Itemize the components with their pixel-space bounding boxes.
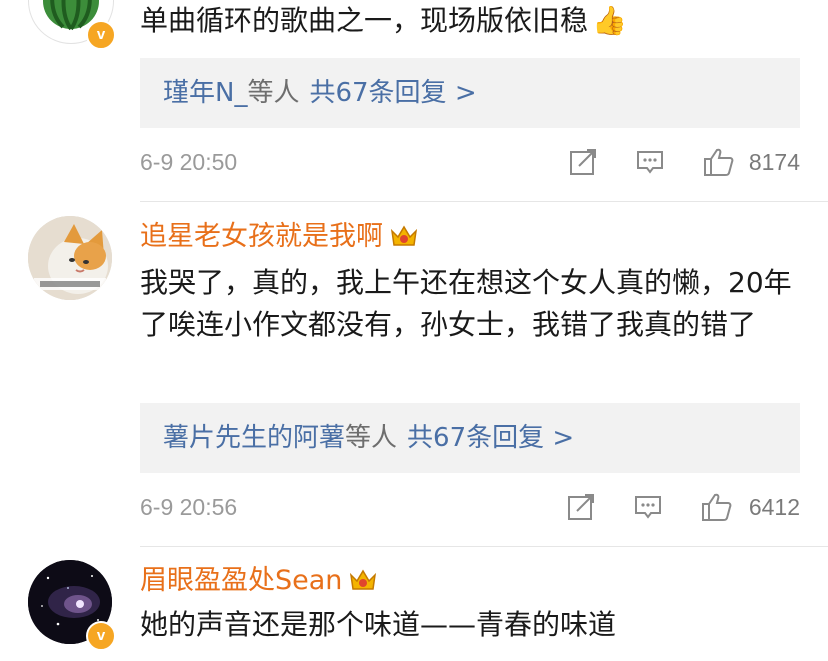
crown-badge-icon [350, 569, 377, 590]
comment-list: v 单曲循环的歌曲之一，现场版依旧稳 👍 瑾年N_等人 共67条回复 > 6-9 2… [0, 0, 828, 661]
like-icon[interactable] [702, 147, 736, 177]
reply-etc-label: 等人 [247, 78, 300, 108]
like-count: 6412 [748, 494, 800, 520]
crown-badge-icon [390, 225, 418, 246]
username[interactable]: 眉眼盈盈处Sean [140, 564, 378, 598]
comment-item: v 眉眼盈盈处Sean 她的声音还是那个味道——青春的味道 [0, 560, 828, 661]
reply-summary[interactable]: 薯片先生的阿薯等人 共67条回复 > [140, 403, 800, 473]
username[interactable]: 追星老女孩就是我啊 [140, 220, 419, 254]
comment-item: v 单曲循环的歌曲之一，现场版依旧稳 👍 瑾年N_等人 共67条回复 > 6-9 2… [0, 0, 828, 202]
reply-count-link[interactable]: 共67条回复 > [309, 78, 476, 108]
reply-users-link[interactable]: 瑾年N_ [163, 78, 247, 108]
verified-badge-icon: v [86, 20, 116, 50]
divider [140, 201, 828, 202]
reply-count-link[interactable]: 共67条回复 > [407, 423, 574, 453]
comment-icon[interactable] [635, 147, 665, 177]
cat-icon [28, 216, 112, 300]
comment-text: 她的声音还是那个味道——青春的味道 [140, 608, 617, 641]
comment-icon[interactable] [633, 492, 663, 522]
comment-item: 追星老女孩就是我啊 我哭了，真的，我上午还在想这个女人真的懒，20年了唉连小作文… [0, 216, 828, 547]
thumbs-up-emoji-icon: 👍 [592, 4, 627, 37]
share-icon[interactable] [566, 492, 596, 522]
comment-time: 6-9 20:50 [140, 149, 238, 175]
reply-summary[interactable]: 瑾年N_等人 共67条回复 > [140, 58, 800, 128]
cat-avatar[interactable] [28, 216, 112, 300]
like-count: 8174 [748, 149, 800, 175]
verified-badge-icon: v [86, 621, 116, 651]
like-icon[interactable] [700, 492, 734, 522]
comment-meta: 6-9 20:56 6412 [140, 490, 800, 524]
comment-text: 单曲循环的歌曲之一，现场版依旧稳 👍 [140, 4, 627, 37]
comment-meta: 6-9 20:50 8174 [140, 145, 800, 179]
divider [140, 546, 828, 547]
reply-etc-label: 等人 [345, 423, 398, 453]
reply-users-link[interactable]: 薯片先生的阿薯 [163, 423, 345, 453]
share-icon[interactable] [568, 147, 598, 177]
comment-time: 6-9 20:56 [140, 494, 238, 520]
comment-text: 我哭了，真的，我上午还在想这个女人真的懒，20年了唉连小作文都没有，孙女士，我错… [140, 266, 792, 341]
